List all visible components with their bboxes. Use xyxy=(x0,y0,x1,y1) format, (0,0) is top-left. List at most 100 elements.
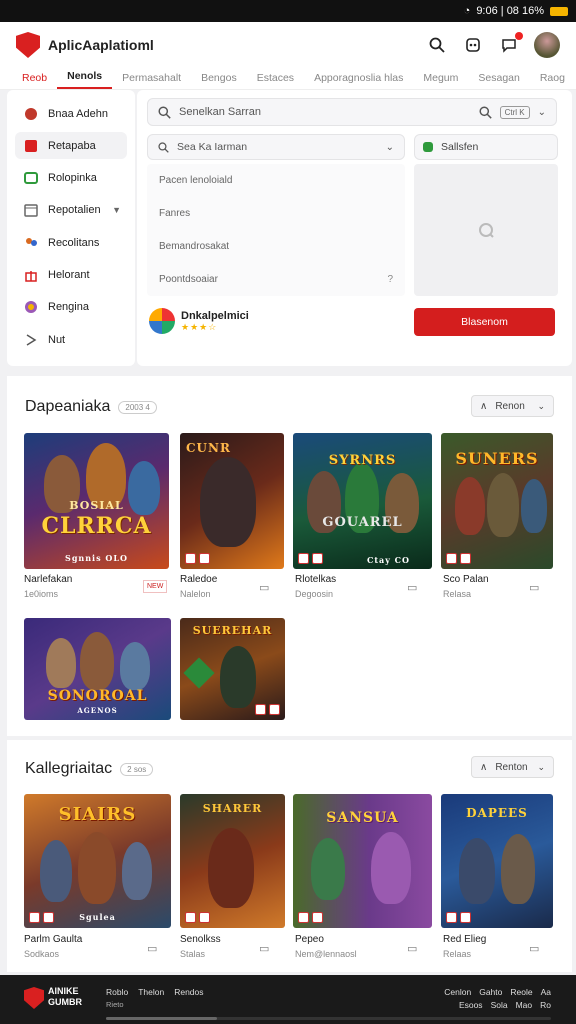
tab-0[interactable]: Reob xyxy=(12,72,57,89)
dropdown-option[interactable]: Bemandrosakat xyxy=(147,230,405,263)
dropdown-option-last[interactable]: Poontdsoaiar ? xyxy=(147,263,405,296)
game-title[interactable]: Narlefakan xyxy=(24,574,72,585)
platform-icon xyxy=(460,553,471,564)
dropdown-option[interactable]: Pacen lenoloiald xyxy=(147,164,405,197)
game-card-3[interactable]: SYRNRS GOUAREL Ctay CO xyxy=(293,433,432,569)
footer-links: Roblo Thelon Rendos xyxy=(106,987,204,997)
main-panel: Senelkan Sarran Ctrl K ⌄ Sea Ka Iarman ⌄… xyxy=(137,90,572,366)
wifi-icon: ◔ xyxy=(463,5,471,17)
video-icon[interactable]: ▭ xyxy=(259,942,269,955)
game-card-8[interactable]: SHARER xyxy=(180,794,285,928)
game-title[interactable]: Rlotelkas xyxy=(295,574,336,585)
footer-link[interactable]: Mao xyxy=(516,1000,533,1010)
game-card-9[interactable]: SANSUA xyxy=(293,794,432,928)
tab-4[interactable]: Estaces xyxy=(247,72,304,89)
game-card-2[interactable]: CUNR xyxy=(180,433,284,569)
sidebar-item-5[interactable]: Helorant xyxy=(15,261,127,288)
status-bar: ◔ 9:06 | 08 16% xyxy=(0,0,576,22)
sort-button[interactable]: ∧ Renton ⌄ xyxy=(471,756,554,778)
category-dropdown[interactable]: Sea Ka Iarman ⌄ xyxy=(147,134,405,160)
game-title[interactable]: Sco Palan xyxy=(443,574,489,585)
game-thumbnail: SANSUA xyxy=(293,794,432,928)
sidebar-item-1[interactable]: Retapaba xyxy=(15,132,127,160)
search-button[interactable] xyxy=(426,34,448,56)
video-icon[interactable]: ▭ xyxy=(147,942,157,955)
gamepad-button[interactable] xyxy=(462,34,484,56)
status-text: 9:06 | 08 16% xyxy=(476,5,544,17)
game-title[interactable]: Senolkss xyxy=(180,934,221,945)
filter-tag-label: Sallsfen xyxy=(441,141,479,153)
platform-icon xyxy=(269,704,280,715)
footer-scrollbar[interactable] xyxy=(106,1017,551,1020)
footer-link[interactable]: Ro xyxy=(540,1000,551,1010)
sidebar-item-3[interactable]: Repotalien ▼ xyxy=(15,197,127,224)
platform-icon xyxy=(199,553,210,564)
game-card-5[interactable]: SONOROAL AGENOS xyxy=(24,618,171,720)
tab-3[interactable]: Bengos xyxy=(191,72,247,89)
footer-link[interactable]: Rendos xyxy=(174,987,203,997)
compass-icon xyxy=(23,106,39,122)
section-count-badge: 2 sos xyxy=(120,762,154,776)
sidebar-item-4[interactable]: Recolitans xyxy=(15,229,127,256)
footer-link[interactable]: Cenlon xyxy=(444,987,471,997)
search-input[interactable]: Senelkan Sarran xyxy=(179,106,261,118)
footer-link[interactable]: Esoos xyxy=(459,1000,483,1010)
game-meta: Degoosin xyxy=(295,589,334,599)
game-title[interactable]: Pepeo xyxy=(295,934,324,945)
footer-link[interactable]: Roblo xyxy=(106,987,128,997)
game-card-10[interactable]: DAPEES xyxy=(441,794,553,928)
game-card-1[interactable]: BOSIAL CLRRCA Sgnnis OLO xyxy=(24,433,169,569)
footer-link[interactable]: Reole xyxy=(510,987,532,997)
user-avatar[interactable] xyxy=(534,32,560,58)
footer-link[interactable]: Thelon xyxy=(138,987,164,997)
sort-button[interactable]: ∧ Renon ⌄ xyxy=(471,395,554,417)
game-title[interactable]: Raledoe xyxy=(180,574,217,585)
footer-link[interactable]: Sola xyxy=(491,1000,508,1010)
scrollbar-thumb[interactable] xyxy=(106,1017,218,1020)
video-icon[interactable]: ▭ xyxy=(259,581,269,594)
filter-tag[interactable]: Sallsfen xyxy=(414,134,558,160)
platform-icon xyxy=(298,912,309,923)
chevron-down-icon[interactable]: ⌄ xyxy=(538,107,546,118)
video-icon[interactable]: ▭ xyxy=(407,581,417,594)
game-thumbnail: SONOROAL AGENOS xyxy=(24,618,171,720)
game-title[interactable]: Red Elieg xyxy=(443,934,486,945)
sidebar-item-label: Bnaa Adehn xyxy=(48,107,108,120)
game-meta: Relaas xyxy=(443,949,472,959)
game-art-subtitle: BOSIAL xyxy=(69,499,124,512)
product-summary[interactable]: Dnkalpelmici ★★★☆ xyxy=(149,308,249,334)
game-art-title: DAPEES xyxy=(466,806,528,820)
footer-link[interactable]: Aa xyxy=(541,987,551,997)
sidebar-item-6[interactable]: Rengina xyxy=(15,294,127,321)
footer: AlNIKE GUMBR Roblo Thelon Rendos Rieto C… xyxy=(0,975,576,1024)
tab-5[interactable]: Apporagnoslia hlas xyxy=(304,72,413,89)
tab-1[interactable]: Nenols xyxy=(57,70,113,89)
dropdown-label: Sea Ka Iarman xyxy=(177,141,248,153)
dropdown-option[interactable]: Fanres xyxy=(147,197,405,230)
search-bar[interactable]: Senelkan Sarran Ctrl K ⌄ xyxy=(147,98,557,126)
sidebar-item-label: Nut xyxy=(48,333,66,346)
primary-action-button[interactable]: Blasenom xyxy=(414,308,555,336)
tab-8[interactable]: Raog xyxy=(530,72,575,89)
notifications-button[interactable] xyxy=(498,32,523,56)
footer-brand-line1: AlNIKE xyxy=(48,986,79,996)
game-art-subtitle: AGENOS xyxy=(77,706,118,715)
game-card-4[interactable]: SUNERS xyxy=(441,433,553,569)
sidebar: Bnaa Adehn Retapaba Rolopinka Repotalien… xyxy=(7,90,135,366)
tab-7[interactable]: Sesagan xyxy=(468,72,529,89)
tab-6[interactable]: Megum xyxy=(413,72,468,89)
game-title[interactable]: Parlm Gaulta xyxy=(24,934,82,945)
top-tabs: Reob Nenols Permasahalt Bengos Estaces A… xyxy=(0,68,576,90)
footer-brand-line2: GUMBR xyxy=(48,997,82,1007)
video-icon[interactable]: ▭ xyxy=(529,581,539,594)
game-card-6[interactable]: SUEREHAR xyxy=(180,618,285,720)
sidebar-item-0[interactable]: Bnaa Adehn xyxy=(15,100,127,127)
chevron-up-icon: ∧ xyxy=(480,400,488,412)
video-icon[interactable]: ▭ xyxy=(407,942,417,955)
video-icon[interactable]: ▭ xyxy=(529,942,539,955)
tab-2[interactable]: Permasahalt xyxy=(112,72,191,89)
sidebar-item-7[interactable]: Nut xyxy=(15,326,127,353)
footer-link[interactable]: Gahto xyxy=(479,987,502,997)
game-card-7[interactable]: SIAIRS Sgulea xyxy=(24,794,171,928)
sidebar-item-2[interactable]: Rolopinka xyxy=(15,165,127,192)
